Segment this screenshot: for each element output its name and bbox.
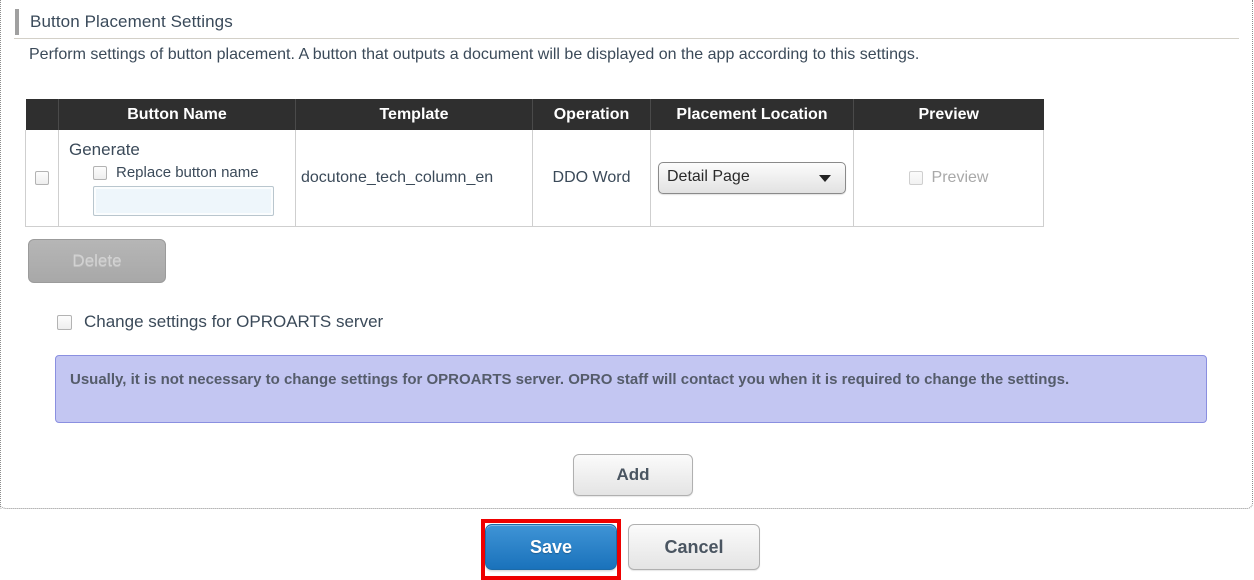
replace-button-name-input[interactable] [93, 186, 274, 216]
row-select-cell[interactable] [25, 130, 59, 227]
row-select-checkbox[interactable] [35, 170, 49, 185]
add-button[interactable]: Add [573, 454, 693, 496]
preview-toggle[interactable]: Preview [854, 169, 1043, 187]
button-name-cell: Generate Replace button name [58, 130, 296, 227]
placement-location-value: Detail Page [667, 168, 750, 185]
column-header-template: Template [295, 99, 533, 130]
placement-location-cell: Detail Page [650, 130, 854, 227]
preview-label: Preview [931, 169, 989, 186]
column-header-operation: Operation [532, 99, 651, 130]
title-accent-bar [15, 9, 19, 35]
delete-button[interactable]: Delete [28, 239, 166, 283]
page-title-row: Button Placement Settings [15, 8, 233, 36]
placement-location-select[interactable]: Detail Page [658, 162, 846, 194]
operation-cell: DDO Word [532, 130, 651, 227]
save-button[interactable]: Save [485, 524, 617, 570]
column-header-select [25, 99, 59, 130]
table-row: Generate Replace button name docutone_te… [25, 130, 1044, 227]
preview-checkbox[interactable] [908, 171, 923, 185]
cancel-button[interactable]: Cancel [628, 524, 760, 570]
column-header-preview: Preview [853, 99, 1044, 130]
column-header-placement-location: Placement Location [650, 99, 854, 130]
chevron-down-icon [819, 175, 831, 182]
button-placement-table: Button Name Template Operation Placement… [25, 99, 1044, 227]
column-header-button-name: Button Name [58, 99, 296, 130]
settings-card: Button Placement Settings Perform settin… [0, 0, 1253, 509]
change-server-settings-label: Change settings for OPROARTS server [84, 312, 384, 331]
change-server-settings-row[interactable]: Change settings for OPROARTS server [57, 312, 383, 332]
preview-cell: Preview [853, 130, 1044, 227]
server-settings-notice: Usually, it is not necessary to change s… [55, 355, 1207, 423]
title-divider [14, 38, 1239, 39]
replace-button-name-row[interactable]: Replace button name [93, 164, 295, 181]
table-header-row: Button Name Template Operation Placement… [25, 99, 1044, 130]
change-server-settings-checkbox[interactable] [57, 314, 72, 330]
button-name-label: Generate [69, 140, 140, 159]
template-cell: docutone_tech_column_en [295, 130, 533, 227]
replace-button-name-label: Replace button name [116, 164, 259, 181]
operation-name: DDO Word [552, 169, 631, 186]
server-settings-notice-text: Usually, it is not necessary to change s… [70, 371, 1070, 388]
replace-button-name-checkbox[interactable] [93, 165, 107, 180]
page-title: Button Placement Settings [30, 12, 233, 31]
button-placement-settings-page: Button Placement Settings Perform settin… [0, 0, 1254, 580]
page-description: Perform settings of button placement. A … [29, 46, 920, 63]
template-name: docutone_tech_column_en [301, 169, 494, 186]
